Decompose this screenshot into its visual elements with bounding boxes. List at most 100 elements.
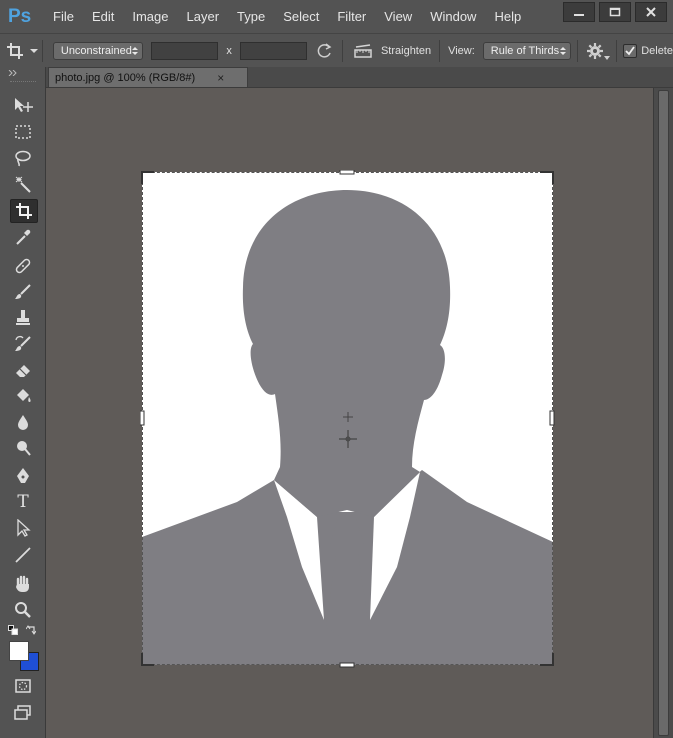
menu-image[interactable]: Image xyxy=(123,0,177,33)
document-tab-bar: photo.jpg @ 100% (RGB/8#) × xyxy=(46,67,673,88)
straighten-label[interactable]: Straighten xyxy=(381,45,431,57)
magic-wand-icon xyxy=(15,176,31,193)
hand-icon xyxy=(16,575,29,592)
menu-type[interactable]: Type xyxy=(228,0,274,33)
minimize-button[interactable] xyxy=(563,2,595,22)
crop-tool[interactable] xyxy=(10,199,38,223)
menu-edit[interactable]: Edit xyxy=(83,0,123,33)
aspect-ratio-value: Unconstrained xyxy=(60,44,132,57)
paint-bucket-icon xyxy=(17,389,31,402)
vertical-scrollbar[interactable] xyxy=(653,88,673,738)
menu-help[interactable]: Help xyxy=(485,0,530,33)
screen-mode-button[interactable] xyxy=(10,702,36,724)
collapse-panel-icon[interactable] xyxy=(8,70,18,76)
brush-icon xyxy=(15,284,31,299)
crop-height-field[interactable] xyxy=(239,41,307,60)
checkmark-icon xyxy=(625,45,636,55)
menu-bar: Ps File Edit Image Layer Type Select Fil… xyxy=(0,0,673,33)
history-brush-icon xyxy=(15,335,31,351)
scrollbar-thumb[interactable] xyxy=(658,90,669,736)
eyedropper-tool[interactable] xyxy=(10,226,36,248)
marquee-tool[interactable] xyxy=(10,121,36,143)
minimize-icon xyxy=(574,14,584,16)
path-selection-arrow-icon xyxy=(17,519,31,537)
screen-mode-icon xyxy=(14,705,31,720)
type-tool[interactable]: T xyxy=(10,491,36,513)
maximize-button[interactable] xyxy=(599,2,631,22)
dodge-tool[interactable] xyxy=(10,437,36,459)
document-image[interactable] xyxy=(142,172,553,665)
magnifier-icon xyxy=(15,602,31,618)
menu-select[interactable]: Select xyxy=(274,0,328,33)
toolbox: T xyxy=(0,67,46,738)
delete-cropped-label[interactable]: Delete xyxy=(641,45,673,57)
window-controls xyxy=(563,2,667,22)
pen-icon xyxy=(17,468,29,483)
pen-tool[interactable] xyxy=(10,465,36,487)
eraser-icon xyxy=(16,365,30,377)
chevron-down-icon xyxy=(604,55,611,60)
move-icon xyxy=(15,98,33,112)
bandage-icon xyxy=(15,258,31,274)
menu-window[interactable]: Window xyxy=(421,0,485,33)
chevron-down-icon xyxy=(29,48,38,53)
document-tab-title: photo.jpg @ 100% (RGB/8#) xyxy=(55,71,196,84)
crop-width-field[interactable] xyxy=(151,41,219,60)
paint-bucket-tool[interactable] xyxy=(10,385,36,407)
line-icon xyxy=(15,547,31,563)
options-bar: Unconstrained x Straighten View: Rule of… xyxy=(0,33,673,68)
document-tab[interactable]: photo.jpg @ 100% (RGB/8#) × xyxy=(48,67,248,87)
magic-wand-tool[interactable] xyxy=(10,174,36,196)
eraser-tool[interactable] xyxy=(10,359,36,381)
move-tool[interactable] xyxy=(10,94,36,116)
menu-file[interactable]: File xyxy=(44,0,83,33)
water-drop-icon xyxy=(18,415,28,430)
maximize-icon xyxy=(609,7,621,17)
menu-filter[interactable]: Filter xyxy=(328,0,375,33)
menu-view[interactable]: View xyxy=(375,0,421,33)
view-label: View: xyxy=(448,44,475,57)
stamp-icon xyxy=(16,310,30,325)
hand-tool[interactable] xyxy=(10,573,36,595)
healing-brush-tool[interactable] xyxy=(10,255,36,277)
eyedropper-icon xyxy=(16,229,31,245)
brush-tool[interactable] xyxy=(10,281,36,303)
updown-arrows-icon xyxy=(560,46,567,55)
close-tab-icon[interactable]: × xyxy=(217,71,224,85)
line-tool[interactable] xyxy=(10,544,36,566)
overlay-view-dropdown[interactable]: Rule of Thirds xyxy=(482,41,572,60)
crop-icon xyxy=(16,203,32,219)
crop-icon xyxy=(6,42,23,59)
photoshop-logo: Ps xyxy=(8,5,32,27)
swap-rotate-icon[interactable] xyxy=(315,42,333,60)
history-brush-tool[interactable] xyxy=(10,333,36,355)
dimension-separator: x xyxy=(226,44,232,57)
quick-mask-button[interactable] xyxy=(10,675,36,697)
straighten-icon[interactable] xyxy=(353,43,373,59)
close-icon xyxy=(646,7,656,17)
path-selection-tool[interactable] xyxy=(10,517,36,539)
dodge-icon xyxy=(17,441,31,456)
aspect-ratio-dropdown[interactable]: Unconstrained xyxy=(52,41,144,60)
menu-layer[interactable]: Layer xyxy=(178,0,229,33)
toolbox-grip xyxy=(10,81,36,84)
tool-preset-picker[interactable] xyxy=(6,42,38,60)
crop-settings-button[interactable] xyxy=(586,42,611,60)
lasso-icon xyxy=(15,150,31,167)
overlay-view-value: Rule of Thirds xyxy=(490,44,560,57)
delete-cropped-checkbox[interactable] xyxy=(623,43,638,58)
foreground-color-swatch[interactable] xyxy=(9,641,29,661)
default-colors-icon[interactable] xyxy=(8,625,18,635)
close-button[interactable] xyxy=(635,2,667,22)
swap-colors-icon[interactable] xyxy=(26,625,36,635)
clone-stamp-tool[interactable] xyxy=(10,307,36,329)
updown-arrows-icon xyxy=(132,46,139,55)
lasso-tool[interactable] xyxy=(10,147,36,169)
rectangle-marquee-icon xyxy=(15,125,31,139)
quick-mask-icon xyxy=(15,679,31,693)
type-icon: T xyxy=(17,492,29,512)
crop-origin-marker-icon xyxy=(339,412,357,448)
gear-icon xyxy=(587,42,604,59)
zoom-tool[interactable] xyxy=(10,599,36,621)
blur-tool[interactable] xyxy=(10,411,36,433)
